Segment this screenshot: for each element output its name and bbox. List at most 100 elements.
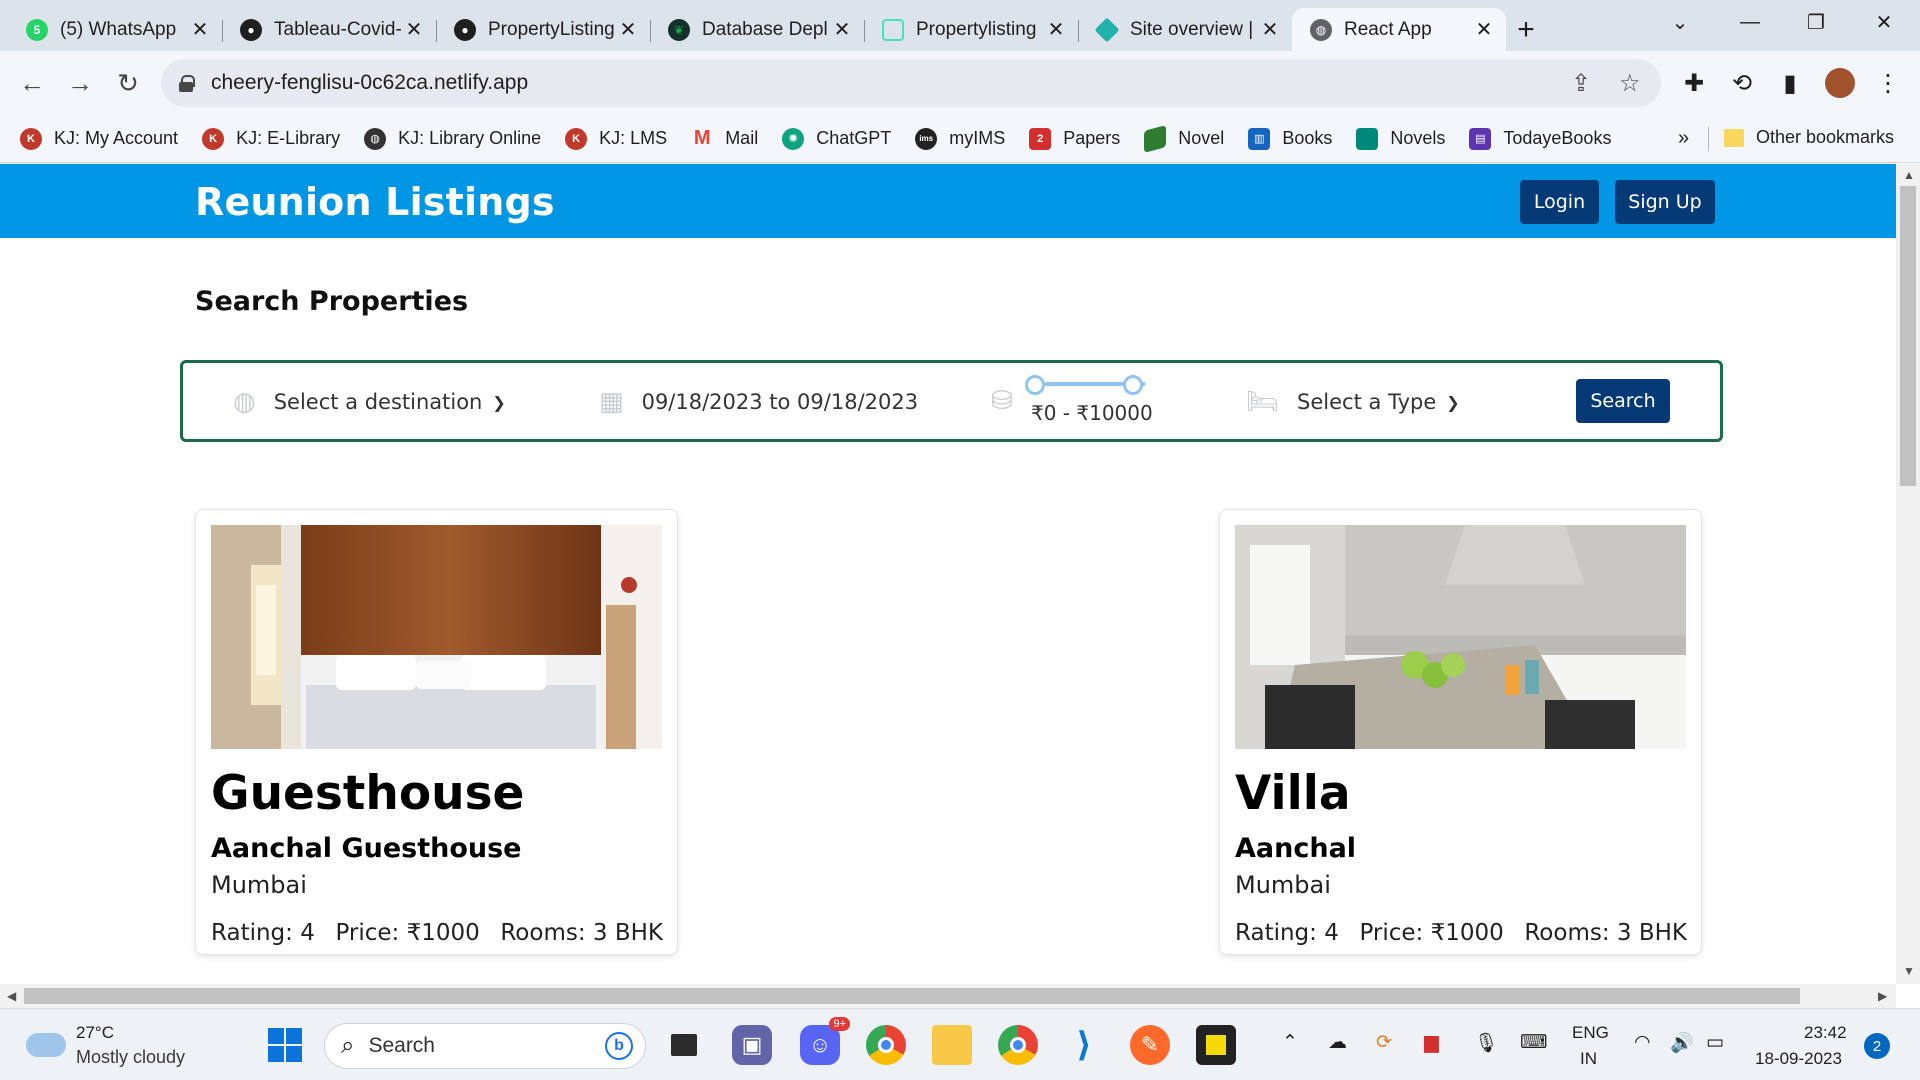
microphone-icon[interactable]: 🎙 <box>1474 1031 1498 1055</box>
url-text[interactable]: cheery-fenglisu-0c62ca.netlify.app <box>211 71 528 95</box>
address-bar[interactable]: cheery-fenglisu-0c62ca.netlify.app ⇪ ☆ <box>161 59 1661 107</box>
volume-icon[interactable]: 🔊 <box>1670 1031 1694 1055</box>
destination-select[interactable]: ◍ Select a destination ❯ <box>233 387 506 417</box>
weather-temperature[interactable]: 27°C <box>76 1023 114 1043</box>
discord-icon[interactable]: ☺ 9+ <box>800 1017 850 1065</box>
minimize-button[interactable]: — <box>1722 0 1778 44</box>
slider-max-handle[interactable] <box>1123 375 1143 395</box>
bookmark-kj-my-account[interactable]: K KJ: My Account <box>20 127 178 150</box>
ims-icon: ims <box>915 127 938 150</box>
other-bookmarks-folder[interactable]: Other bookmarks <box>1724 127 1894 148</box>
menu-icon[interactable]: ⋮ <box>1870 65 1906 101</box>
close-icon[interactable]: ✕ <box>618 17 638 42</box>
profile-avatar[interactable] <box>1822 65 1858 101</box>
sync-icon[interactable]: ⟳ <box>1376 1031 1392 1054</box>
chevron-up-icon[interactable]: ⌃ <box>1282 1031 1298 1054</box>
bookmark-myims[interactable]: ims myIMS <box>915 127 1005 150</box>
brand-logo[interactable]: Reunion Listings <box>195 180 555 224</box>
bookmark-chatgpt[interactable]: ✺ ChatGPT <box>782 127 891 150</box>
listing-city: Mumbai <box>211 871 307 899</box>
close-icon[interactable]: ✕ <box>1474 17 1494 42</box>
tab-site-overview[interactable]: Site overview | ✕ <box>1078 8 1292 51</box>
cloud-icon[interactable] <box>26 1033 66 1057</box>
notification-badge[interactable]: 2 <box>1864 1033 1890 1059</box>
slider-min-handle[interactable] <box>1025 375 1045 395</box>
wifi-icon[interactable]: ◠ <box>1634 1031 1651 1054</box>
clock-time[interactable]: 23:42 <box>1804 1023 1847 1043</box>
keyboard-icon[interactable]: ⌨ <box>1520 1031 1547 1054</box>
language-indicator[interactable]: ENG <box>1572 1023 1609 1043</box>
tab-tableau-covid[interactable]: ● Tableau-Covid- ✕ <box>222 8 436 51</box>
scroll-up-arrow-icon[interactable]: ▲ <box>1903 168 1915 182</box>
bookmark-star-icon[interactable]: ☆ <box>1619 69 1641 98</box>
scroll-down-arrow-icon[interactable]: ▼ <box>1903 964 1915 978</box>
chrome-active-icon[interactable] <box>998 1025 1038 1065</box>
extensions-icon[interactable]: ✚ <box>1676 65 1712 101</box>
search-button[interactable]: Search <box>1576 379 1670 423</box>
vscode-icon[interactable]: ⟩ <box>1064 1025 1104 1065</box>
tab-propertylisting-github[interactable]: ● PropertyListing ✕ <box>436 8 650 51</box>
close-icon[interactable]: ✕ <box>1260 17 1280 42</box>
share-icon[interactable]: ⇪ <box>1571 69 1591 98</box>
listing-rating: Rating: 4 <box>211 920 315 946</box>
close-icon[interactable]: ✕ <box>190 17 210 42</box>
type-select[interactable]: 🛏 Select a Type ❯ <box>1246 387 1460 417</box>
bookmark-books[interactable]: ▥ Books <box>1248 127 1332 150</box>
chrome-icon[interactable] <box>866 1025 906 1065</box>
new-tab-button[interactable]: + <box>1506 8 1546 51</box>
bookmark-novel[interactable]: Novel <box>1144 124 1224 153</box>
extension-icon[interactable]: ⟲ <box>1724 65 1760 101</box>
tab-database-deploy[interactable]: ❦ Database Depl ✕ <box>650 8 864 51</box>
onedrive-icon[interactable]: ☁ <box>1328 1031 1347 1054</box>
github-icon: ● <box>454 18 476 41</box>
reload-button[interactable]: ↻ <box>108 63 148 103</box>
bookmark-papers[interactable]: 2 Papers <box>1029 127 1120 150</box>
back-button[interactable]: ← <box>12 63 52 103</box>
vertical-scroll-thumb[interactable] <box>1900 186 1916 486</box>
whatsapp-icon: 5 <box>26 18 48 41</box>
bookmark-kj-lms[interactable]: K KJ: LMS <box>565 127 667 150</box>
sticky-notes-icon[interactable] <box>1196 1025 1236 1065</box>
horizontal-scrollbar[interactable]: ◀ ▶ <box>0 984 1896 1008</box>
scroll-left-arrow-icon[interactable]: ◀ <box>7 989 16 1003</box>
bookmark-kj-e-library[interactable]: K KJ: E-Library <box>202 127 340 150</box>
app-tray-icon[interactable]: ▆ <box>1424 1031 1439 1054</box>
region-indicator[interactable]: IN <box>1580 1049 1597 1069</box>
close-icon[interactable]: ✕ <box>404 17 424 42</box>
close-window-button[interactable]: ✕ <box>1856 0 1912 44</box>
pen-app-icon[interactable]: ✎ <box>1130 1025 1170 1065</box>
tab-search-chevron-icon[interactable]: ⌄ <box>1652 0 1708 44</box>
bookmark-kj-library-online[interactable]: ◍ KJ: Library Online <box>364 127 541 150</box>
windows-start-icon[interactable] <box>265 1025 305 1065</box>
listing-meta: Rating: 4 Price: ₹1000 Rooms: 3 BHK <box>211 920 663 946</box>
signup-button[interactable]: Sign Up <box>1615 180 1715 224</box>
battery-icon[interactable]: ▭ <box>1706 1031 1724 1054</box>
horizontal-scroll-thumb[interactable] <box>24 988 1800 1004</box>
date-range-field[interactable]: ▦ 09/18/2023 to 09/18/2023 <box>599 387 918 417</box>
tab-react-app[interactable]: ◍ React App ✕ <box>1292 8 1506 51</box>
taskbar-search[interactable]: ⌕ Search b <box>324 1023 646 1069</box>
task-view-icon[interactable] <box>664 1025 704 1065</box>
restore-button[interactable]: ❐ <box>1788 0 1844 44</box>
bookmarks-overflow-button[interactable]: » <box>1678 127 1689 150</box>
login-button[interactable]: Login <box>1520 180 1599 224</box>
file-explorer-icon[interactable] <box>932 1025 972 1065</box>
listing-card[interactable]: Guesthouse Aanchal Guesthouse Mumbai Rat… <box>195 509 678 955</box>
tab-whatsapp[interactable]: 5 (5) WhatsApp ✕ <box>8 8 222 51</box>
listing-card[interactable]: Villa Aanchal Mumbai Rating: 4 Price: ₹1… <box>1219 509 1702 955</box>
side-panel-icon[interactable]: ▮ <box>1772 65 1808 101</box>
bookmark-novels[interactable]: Novels <box>1356 127 1445 150</box>
close-icon[interactable]: ✕ <box>1046 17 1066 42</box>
vertical-scrollbar[interactable]: ▲ ▼ <box>1896 164 1920 984</box>
weather-description[interactable]: Mostly cloudy <box>76 1047 185 1068</box>
teams-chat-icon[interactable]: ▣ <box>732 1025 772 1065</box>
bookmark-todayebooks[interactable]: ▤ TodayeBooks <box>1469 127 1611 150</box>
forward-button[interactable]: → <box>60 63 100 103</box>
tab-propertylisting-render[interactable]: Propertylisting ✕ <box>864 8 1078 51</box>
scroll-right-arrow-icon[interactable]: ▶ <box>1878 989 1887 1003</box>
tab-title: React App <box>1344 18 1432 40</box>
listing-name: Aanchal Guesthouse <box>211 833 522 864</box>
clock-date[interactable]: 18-09-2023 <box>1755 1049 1842 1069</box>
bookmark-mail[interactable]: M Mail <box>691 127 758 150</box>
close-icon[interactable]: ✕ <box>832 17 852 42</box>
